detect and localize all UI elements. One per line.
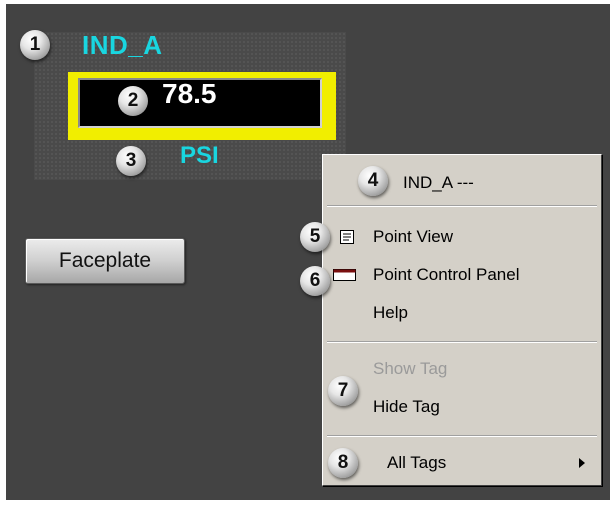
callout-badge-2: 2 <box>118 86 148 116</box>
callout-badge-5: 5 <box>300 222 330 252</box>
menu-separator <box>327 341 597 343</box>
menu-item-label: Help <box>373 303 408 322</box>
menu-separator <box>327 435 597 437</box>
callout-badge-1: 1 <box>20 30 50 60</box>
menu-item-label: Point View <box>373 227 454 246</box>
menu-header-label: IND_A --- <box>403 173 474 192</box>
callout-badge-6: 6 <box>300 266 330 296</box>
callout-badge-8: 8 <box>328 448 358 478</box>
process-value: 78.5 <box>162 78 217 109</box>
menu-item-label: Hide Tag <box>373 397 440 416</box>
context-menu: IND_A --- Point View Point Control Panel… <box>322 154 602 486</box>
faceplate-button-label: Faceplate <box>58 249 152 272</box>
menu-item-label: Point Control Panel <box>373 265 520 284</box>
menu-item-point-view[interactable]: Point View <box>323 221 601 253</box>
menu-separator <box>327 205 597 207</box>
menu-item-label: All Tags <box>387 453 447 472</box>
menu-item-all-tags[interactable]: All Tags <box>323 447 601 479</box>
menu-item-show-tag: Show Tag <box>323 353 601 385</box>
value-display-frame[interactable]: 78.5 <box>68 72 336 140</box>
menu-item-hide-tag[interactable]: Hide Tag <box>323 391 601 423</box>
tag-name-label[interactable]: IND_A <box>82 30 163 61</box>
menu-item-help[interactable]: Help <box>323 297 601 329</box>
menu-item-label: Show Tag <box>373 359 448 378</box>
callout-badge-4: 4 <box>358 166 388 196</box>
callout-badge-7: 7 <box>328 376 358 406</box>
menu-item-point-control-panel[interactable]: Point Control Panel <box>323 259 601 291</box>
faceplate-button[interactable]: Faceplate <box>25 238 185 284</box>
submenu-arrow-icon <box>579 458 585 468</box>
engineering-unit-label: PSI <box>180 142 219 169</box>
control-panel-icon <box>333 267 357 283</box>
callout-badge-3: 3 <box>116 146 146 176</box>
point-view-icon <box>339 229 355 245</box>
